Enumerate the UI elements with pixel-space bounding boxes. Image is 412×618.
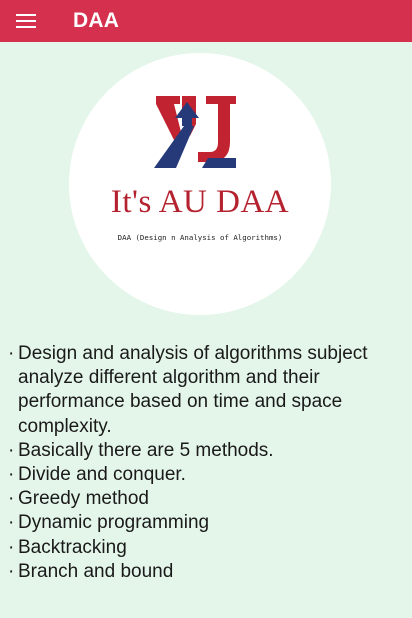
logo-subtitle: DAA (Design n Analysis of Algorithms): [117, 233, 283, 242]
list-item: · Branch and bound: [8, 560, 174, 582]
logo: It's AU DAA DAA (Design n Analysis of Al…: [69, 53, 331, 315]
hamburger-menu-icon: [16, 14, 36, 28]
logo-name: It's AU DAA: [110, 184, 290, 220]
list-item: · Greedy method: [8, 488, 149, 510]
list-item: · Basically there are 5 methods.: [8, 439, 274, 461]
au-logo-mark-icon: [154, 96, 236, 168]
app-bar: DAA: [0, 0, 412, 42]
list-item: · Dynamic programming: [8, 512, 210, 534]
page-title: DAA: [73, 9, 120, 32]
list-item: · Backtracking: [8, 536, 127, 558]
menu-button[interactable]: [0, 0, 56, 42]
content-list: · Design and analysis of algorithms subje…: [8, 342, 388, 584]
list-item: · Design and analysis of algorithms subje…: [8, 343, 368, 437]
list-item: · Divide and conquer.: [8, 464, 186, 486]
